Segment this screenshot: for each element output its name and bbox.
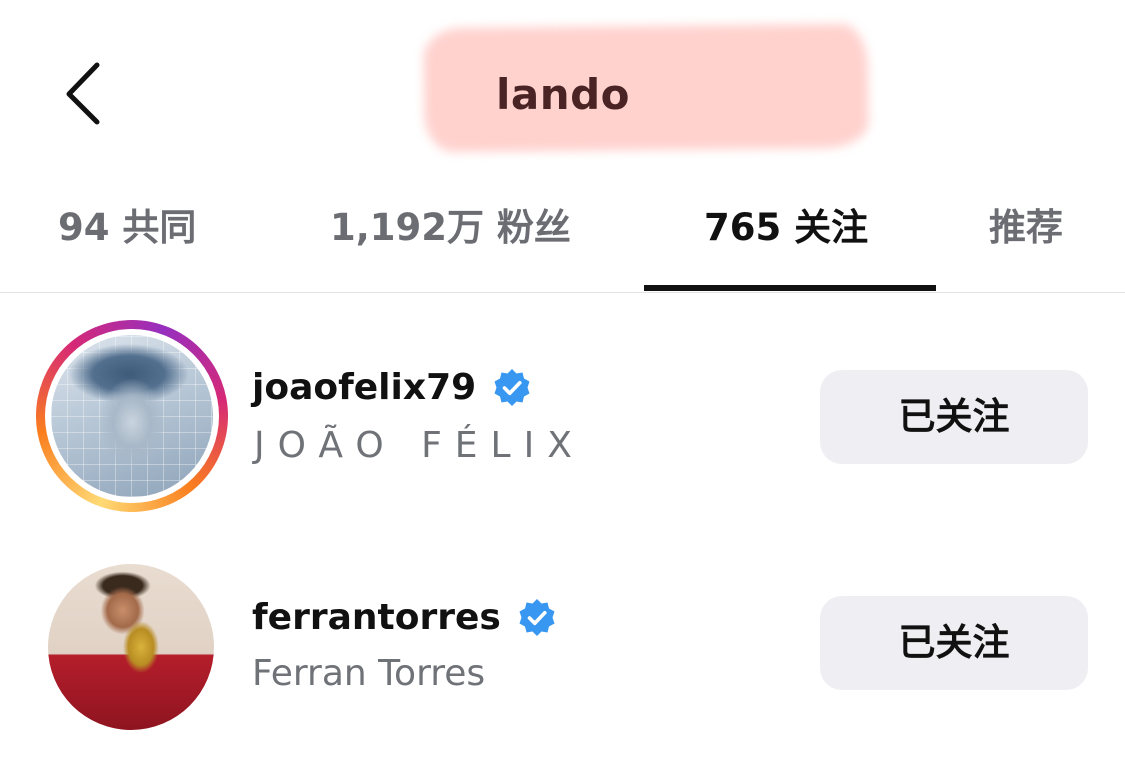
list-item[interactable]: joaofelix79 JOÃO FÉLIX 已关注	[0, 316, 1125, 516]
tab-mutual[interactable]: 94 共同	[58, 200, 196, 256]
username[interactable]: ferrantorres	[252, 592, 501, 644]
username-line: ferrantorres	[252, 592, 558, 644]
tab-followers[interactable]: 1,192万 粉丝	[330, 200, 571, 256]
back-button[interactable]	[50, 56, 120, 132]
page-title: lando	[495, 70, 631, 119]
header: lando	[0, 0, 1125, 180]
avatar-container	[36, 560, 228, 752]
username[interactable]: joaofelix79	[252, 362, 476, 414]
chevron-left-icon	[66, 62, 100, 125]
avatar[interactable]	[48, 564, 214, 730]
story-ring[interactable]	[36, 320, 228, 512]
active-tab-indicator	[644, 285, 936, 291]
list-item[interactable]: ferrantorres Ferran Torres 已关注	[0, 556, 1125, 756]
tab-suggested[interactable]: 推荐	[989, 200, 1063, 256]
tab-following[interactable]: 765 关注	[704, 200, 868, 256]
following-button[interactable]: 已关注	[820, 370, 1088, 464]
verified-badge-icon	[494, 369, 530, 406]
username-line: joaofelix79	[252, 362, 533, 414]
full-name: Ferran Torres	[252, 653, 486, 694]
tab-bar: 94 共同 1,192万 粉丝 765 关注 推荐	[0, 180, 1125, 293]
full-name: JOÃO FÉLIX	[254, 425, 585, 466]
verified-badge-icon	[519, 599, 555, 636]
avatar[interactable]	[51, 335, 213, 497]
following-button[interactable]: 已关注	[820, 596, 1088, 690]
